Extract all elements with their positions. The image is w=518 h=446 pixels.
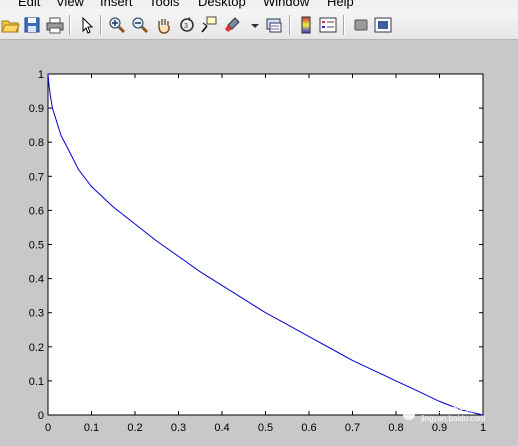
brush-icon[interactable] <box>222 15 242 35</box>
x-tick-label: 0 <box>45 422 51 434</box>
toolbar-separator <box>343 15 345 35</box>
data-point <box>222 285 223 286</box>
toolbar-separator <box>100 15 102 35</box>
data-point <box>69 152 70 153</box>
watermark-url: jingyan.baidu.com <box>421 414 486 423</box>
brush-dropdown-icon[interactable] <box>245 15 259 35</box>
data-point <box>113 206 114 207</box>
y-tick-label: 0.7 <box>29 171 44 183</box>
menu-insert[interactable]: Insert <box>100 0 133 9</box>
data-point <box>52 108 53 109</box>
data-point <box>200 271 201 272</box>
zoom-in-icon[interactable] <box>107 15 127 35</box>
print-icon[interactable] <box>45 15 65 35</box>
hide-plot-tools-icon[interactable] <box>351 15 371 35</box>
data-point <box>287 324 288 325</box>
y-tick-label: 0.8 <box>29 137 44 149</box>
x-tick-label: 0.5 <box>258 422 273 434</box>
figure-toolbar: 3 <box>0 9 518 40</box>
data-point <box>352 360 353 361</box>
x-tick-label: 0.4 <box>214 422 229 434</box>
pan-hand-icon[interactable] <box>154 15 174 35</box>
menu-window[interactable]: Window <box>263 0 309 9</box>
data-point <box>156 241 157 242</box>
data-point <box>78 169 79 170</box>
y-tick-label: 0 <box>38 410 44 422</box>
menu-bar: Edit View Insert Tools Desktop Window Help <box>0 0 518 9</box>
data-point <box>309 336 310 337</box>
data-point <box>265 312 266 313</box>
data-point <box>50 94 51 95</box>
rotate-3d-icon[interactable]: 3 <box>177 15 197 35</box>
y-tick-label: 0.9 <box>29 103 44 115</box>
baidu-paw-icon <box>400 401 418 420</box>
y-tick-label: 0.1 <box>29 376 44 388</box>
data-point <box>91 186 92 187</box>
menu-view[interactable]: View <box>56 0 84 9</box>
data-point <box>48 74 49 75</box>
data-point <box>48 84 49 85</box>
save-icon[interactable] <box>22 15 42 35</box>
x-tick-label: 0.1 <box>84 422 99 434</box>
data-point <box>61 135 62 136</box>
baidu-watermark: Baidu 经验 jingyan.baidu.com <box>395 397 518 427</box>
colorbar-icon[interactable] <box>296 15 316 35</box>
figure-canvas: 0 0.1 0.2 0.3 0.4 0.5 0.6 0.7 0.8 0.9 1 0 0.1 0.2 0.3 0… <box>0 40 518 446</box>
data-point <box>330 348 331 349</box>
y-tick-label: 0.5 <box>29 240 44 252</box>
menu-edit[interactable]: Edit <box>18 0 40 9</box>
plot-axes-box <box>47 73 484 416</box>
menu-tools[interactable]: Tools <box>149 0 179 9</box>
zoom-out-icon[interactable] <box>130 15 150 35</box>
toolbar-separator <box>289 15 291 35</box>
data-point <box>56 121 57 122</box>
plot-svg: 0 0.1 0.2 0.3 0.4 0.5 0.6 0.7 0.8 0.9 1 0 0.1 0.2 0.3 0… <box>29 69 486 434</box>
data-point <box>417 391 418 392</box>
data-point <box>135 224 136 225</box>
x-tick-label: 0.3 <box>171 422 186 434</box>
data-cursor-icon[interactable] <box>199 15 219 35</box>
data-point <box>374 370 375 371</box>
y-tick-label: 0.3 <box>29 308 44 320</box>
y-tick-label: 0.2 <box>29 342 44 354</box>
x-tick-label: 0.6 <box>301 422 316 434</box>
y-tick-label: 0.6 <box>29 205 44 217</box>
svg-text:3: 3 <box>184 23 188 30</box>
data-point <box>178 256 179 257</box>
data-point <box>243 299 244 300</box>
menu-desktop[interactable]: Desktop <box>198 0 246 9</box>
open-file-icon[interactable] <box>0 15 20 35</box>
link-plot-icon[interactable] <box>264 15 284 35</box>
x-tick-label: 0.2 <box>127 422 142 434</box>
arrow-pointer-icon[interactable] <box>77 15 97 35</box>
y-tick-label: 1 <box>38 69 44 81</box>
legend-icon[interactable] <box>318 15 338 35</box>
y-tick-label: 0.4 <box>29 274 44 286</box>
x-tick-label: 0.7 <box>345 422 360 434</box>
toolbar-separator <box>69 15 71 35</box>
data-point <box>396 380 397 381</box>
show-plot-tools-icon[interactable] <box>373 15 393 35</box>
menu-help[interactable]: Help <box>327 0 354 9</box>
